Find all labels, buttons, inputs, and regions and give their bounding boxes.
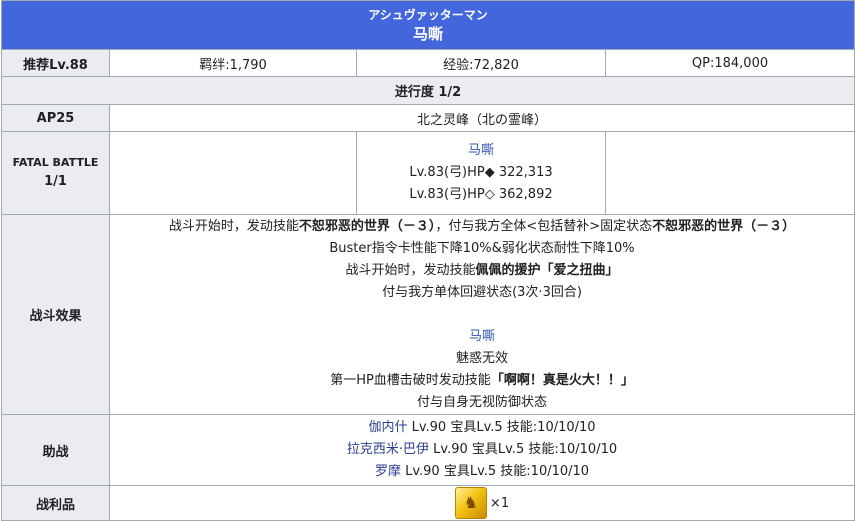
support-row: 拉克西米·巴伊 Lv.90 宝具Lv.5 技能:10/10/10 xyxy=(110,439,854,461)
effect-line-4: 付与我方单体回避状态(3次·3回合) xyxy=(382,284,582,300)
skill-name: 不恕邪恶的世界（－３） xyxy=(298,218,436,234)
exp-value: 经验:72,820 xyxy=(356,49,606,77)
fatal-battle-count: 1/1 xyxy=(44,174,67,189)
effects-content: 战斗开始时，发动技能不恕邪恶的世界（－３），付与我方全体<包括替补>固定状态不恕… xyxy=(108,214,855,415)
support-row: 罗摩 Lv.90 宝具Lv.5 技能:10/10/10 xyxy=(110,461,854,483)
skill-name: 「啊啊！真是火大！！」 xyxy=(490,372,634,388)
recommended-level: 推荐Lv.88 xyxy=(1,49,110,77)
support-label: 助战 xyxy=(1,414,110,486)
quest-table: アシュヴァッターマン 马嘶 推荐Lv.88 羁绊:1,790 经验:72,820… xyxy=(0,0,855,521)
bond-value: 羁绊:1,790 xyxy=(109,49,357,77)
fatal-battle-label: FATAL BATTLE 1/1 xyxy=(1,131,110,215)
effect-line-3: 战斗开始时，发动技能佩佩的援护「爱之扭曲」 xyxy=(110,260,854,282)
status-name: 不恕邪恶的世界（－３） xyxy=(652,218,796,234)
jp-title: アシュヴァッターマン xyxy=(368,8,488,22)
support-detail: Lv.90 宝具Lv.5 技能:10/10/10 xyxy=(407,420,596,435)
support-servant-link[interactable]: 伽内什 xyxy=(368,420,407,435)
cn-title: 马嘶 xyxy=(413,25,444,43)
support-detail: Lv.90 宝具Lv.5 技能:10/10/10 xyxy=(429,442,618,457)
enemy-hp-line-2: Lv.83(弓)HP◇ 362,892 xyxy=(409,187,553,202)
effect-line-1: 战斗开始时，发动技能不恕邪恶的世界（－３），付与我方全体<包括替补>固定状态不恕… xyxy=(110,216,854,238)
loot-quantity: ×1 xyxy=(489,495,510,511)
skill-name: 佩佩的援护「爱之扭曲」 xyxy=(475,262,619,278)
fatal-battle-title: FATAL BATTLE xyxy=(12,156,99,169)
support-list: 伽内什 Lv.90 宝具Lv.5 技能:10/10/10 拉克西米·巴伊 Lv.… xyxy=(108,414,855,486)
effect-line-6: 第一HP血槽击破时发动技能「啊啊！真是火大！！」 xyxy=(110,370,854,392)
support-detail: Lv.90 宝具Lv.5 技能:10/10/10 xyxy=(400,464,590,479)
effect-line-2: Buster指令卡性能下降10%&弱化状态耐性下降10% xyxy=(329,240,635,256)
effect-line-7: 付与自身无视防御状态 xyxy=(417,394,548,410)
enemy-slot-left xyxy=(109,131,357,215)
enemy-name-link[interactable]: 马嘶 xyxy=(357,140,605,162)
effect-text: ，付与我方全体<包括替补>固定状态 xyxy=(435,218,653,234)
effect-text: 战斗开始时，发动技能 xyxy=(345,262,476,278)
progress-label: 进行度 1/2 xyxy=(0,76,855,105)
loot-content: ♞ ×1 xyxy=(108,485,855,521)
quest-header: アシュヴァッターマン 马嘶 xyxy=(0,0,855,50)
support-servant-link[interactable]: 拉克西米·巴伊 xyxy=(347,442,429,457)
gold-item-icon[interactable]: ♞ xyxy=(454,487,487,519)
effect-line-5: 魅惑无效 xyxy=(456,350,509,366)
effect-text: 战斗开始时，发动技能 xyxy=(168,218,299,234)
enemy-hp-line-1: Lv.83(弓)HP◆ 322,313 xyxy=(409,165,553,180)
ap-cost: AP25 xyxy=(1,104,110,132)
qp-value: QP:184,000 xyxy=(604,49,855,77)
effect-text: 第一HP血槽击破时发动技能 xyxy=(330,372,491,388)
enemy-slot-center: 马嘶 Lv.83(弓)HP◆ 322,313 Lv.83(弓)HP◇ 362,8… xyxy=(356,131,606,215)
loot-label: 战利品 xyxy=(1,485,110,521)
support-servant-link[interactable]: 罗摩 xyxy=(375,464,401,479)
effects-label: 战斗效果 xyxy=(1,214,110,415)
effect-spacer xyxy=(110,304,854,326)
support-row: 伽内什 Lv.90 宝具Lv.5 技能:10/10/10 xyxy=(110,417,854,439)
location-name: 北之灵峰（北の霊峰） xyxy=(108,104,855,132)
effect-enemy-link[interactable]: 马嘶 xyxy=(110,326,854,348)
enemy-slot-right xyxy=(604,131,855,215)
